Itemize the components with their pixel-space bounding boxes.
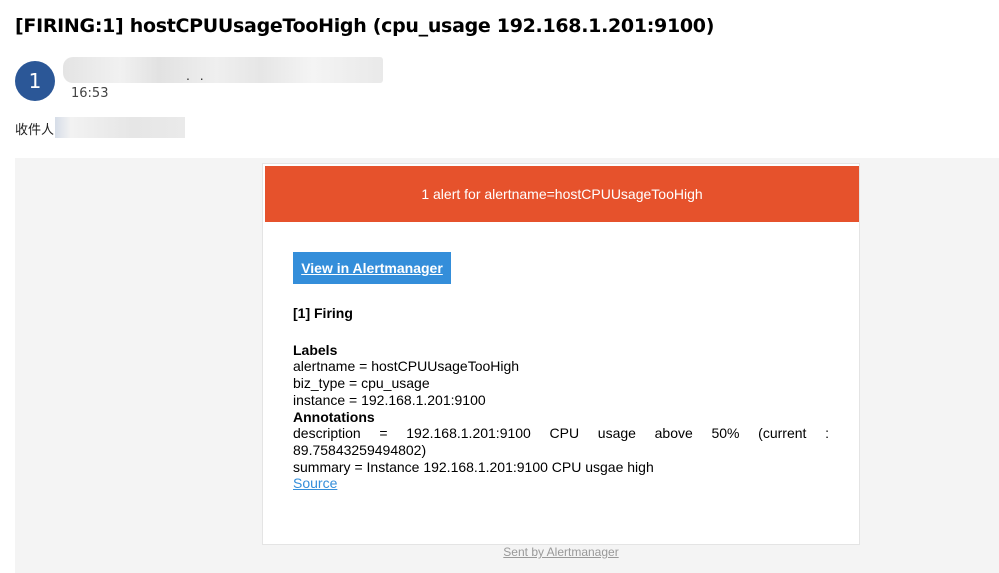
alert-banner: 1 alert for alertname=hostCPUUsageTooHig… [265,166,859,222]
firing-title: [1] Firing [293,305,353,321]
label-line: alertname = hostCPUUsageTooHigh [293,358,520,375]
annotations-heading: Annotations [293,408,375,425]
email-subject: [FIRING:1] hostCPUUsageTooHigh (cpu_usag… [15,15,715,37]
sender-name-fragment: . . [186,67,207,83]
label-line: instance = 192.168.1.201:9100 [293,391,486,408]
email-time: 16:53 [71,86,109,101]
annotation-summary: summary = Instance 192.168.1.201:9100 CP… [293,458,654,475]
alert-card: 1 alert for alertname=hostCPUUsageTooHig… [262,163,860,545]
sender-avatar[interactable]: 1 [15,61,55,101]
sent-by-alertmanager-link[interactable]: Sent by Alertmanager [262,545,860,559]
labels-heading: Labels [293,341,338,358]
source-link[interactable]: Source [293,475,337,491]
alert-content: [1] Firing Labels alertname = hostCPUUsa… [293,305,829,492]
recipient-label: 收件人 [15,123,55,138]
label-line: biz_type = cpu_usage [293,375,430,392]
view-in-alertmanager-button[interactable]: View in Alertmanager [293,252,451,284]
sender-name-redacted[interactable] [63,57,383,83]
recipient-redacted[interactable] [55,117,185,138]
annotation-description: description = 192.168.1.201:9100 CPU usa… [293,425,829,458]
